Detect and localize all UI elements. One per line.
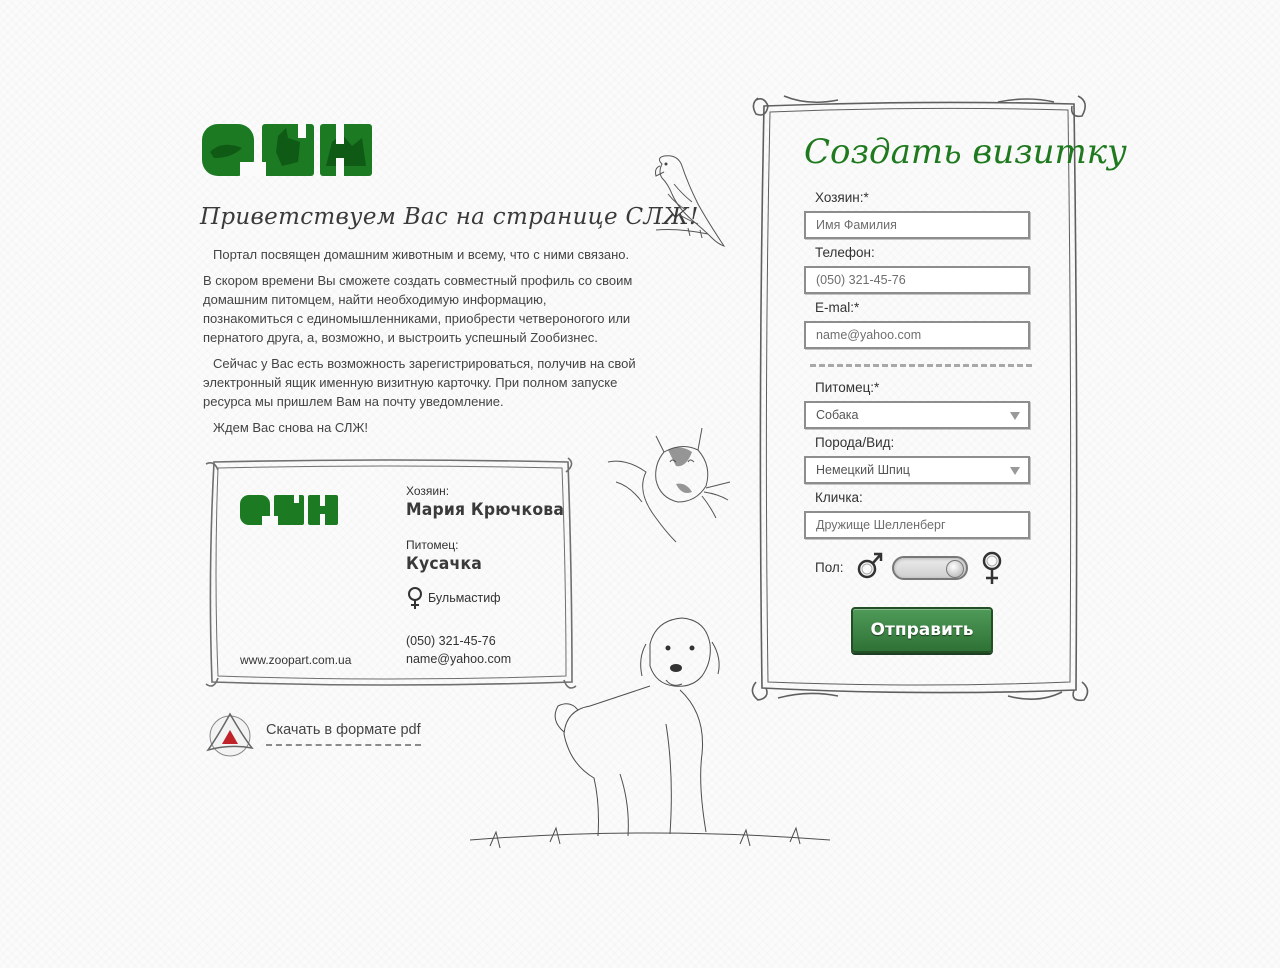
card-email: name@yahoo.com — [406, 652, 512, 666]
owner-field[interactable] — [804, 211, 1030, 239]
welcome-paragraph: В скором времени Вы сможете создать совм… — [203, 273, 633, 345]
card-breed: Бульмастиф — [406, 586, 576, 610]
download-pdf-link[interactable]: Скачать в формате pdf — [204, 708, 421, 760]
nickname-input[interactable] — [806, 513, 1028, 537]
gender-toggle-knob[interactable] — [946, 560, 964, 578]
card-contacts: (050) 321-45-76 name@yahoo.com — [406, 632, 576, 668]
card-owner-label: Хозяин: — [406, 484, 450, 498]
chevron-down-icon — [1010, 412, 1020, 420]
card-pet-label: Питомец: — [406, 538, 459, 552]
site-logo[interactable] — [202, 122, 374, 178]
pet-label: Питомец:* — [815, 380, 880, 395]
female-icon[interactable] — [978, 550, 1006, 586]
pet-select[interactable]: Собака — [804, 401, 1030, 429]
form-title: Создать визитку — [804, 132, 1127, 172]
welcome-text: Портал посвящен домашним животным и всем… — [203, 245, 639, 444]
phone-input[interactable] — [806, 268, 1028, 292]
form-divider — [810, 364, 1032, 367]
pet-select-value: Собака — [816, 408, 859, 422]
gender-toggle[interactable] — [892, 556, 968, 580]
owner-input[interactable] — [806, 213, 1028, 237]
cat-illustration — [607, 427, 731, 543]
breed-select[interactable]: Немецкий Шпиц — [804, 456, 1030, 484]
welcome-title: Приветствуем Вас на странице СЛЖ! — [200, 204, 699, 230]
breed-label: Порода/Вид: — [815, 435, 895, 450]
pdf-icon — [206, 712, 254, 757]
welcome-paragraph: Ждем Вас снова на СЛЖ! — [213, 420, 369, 435]
gender-label: Пол: — [815, 560, 844, 575]
submit-button[interactable]: Отправить — [851, 607, 993, 653]
breed-select-value: Немецкий Шпиц — [816, 463, 910, 477]
welcome-paragraph: Сейчас у Вас есть возможность зарегистри… — [203, 356, 636, 409]
email-field[interactable] — [804, 321, 1030, 349]
phone-field[interactable] — [804, 266, 1030, 294]
male-icon[interactable] — [854, 550, 884, 582]
email-input[interactable] — [806, 323, 1028, 347]
business-card-preview: www.zoopart.com.ua Хозяин: Мария Крючков… — [204, 456, 578, 692]
card-url: www.zoopart.com.ua — [240, 653, 352, 667]
phone-label: Телефон: — [815, 245, 875, 260]
chevron-down-icon — [1010, 467, 1020, 475]
card-phone: (050) 321-45-76 — [406, 634, 496, 648]
card-pet-name: Кусачка — [406, 554, 483, 574]
card-logo — [240, 495, 338, 525]
card-owner-name: Мария Крючкова — [406, 500, 565, 520]
card-breed-text: Бульмастиф — [428, 591, 501, 605]
parrot-illustration — [655, 155, 726, 247]
owner-label: Хозяин:* — [815, 190, 869, 205]
nickname-label: Кличка: — [815, 490, 863, 505]
nickname-field[interactable] — [804, 511, 1030, 539]
email-label: E-mal:* — [815, 300, 860, 315]
welcome-paragraph: Портал посвящен домашним животным и всем… — [213, 247, 630, 262]
download-pdf-label[interactable]: Скачать в формате pdf — [266, 722, 421, 746]
female-icon — [408, 587, 422, 609]
